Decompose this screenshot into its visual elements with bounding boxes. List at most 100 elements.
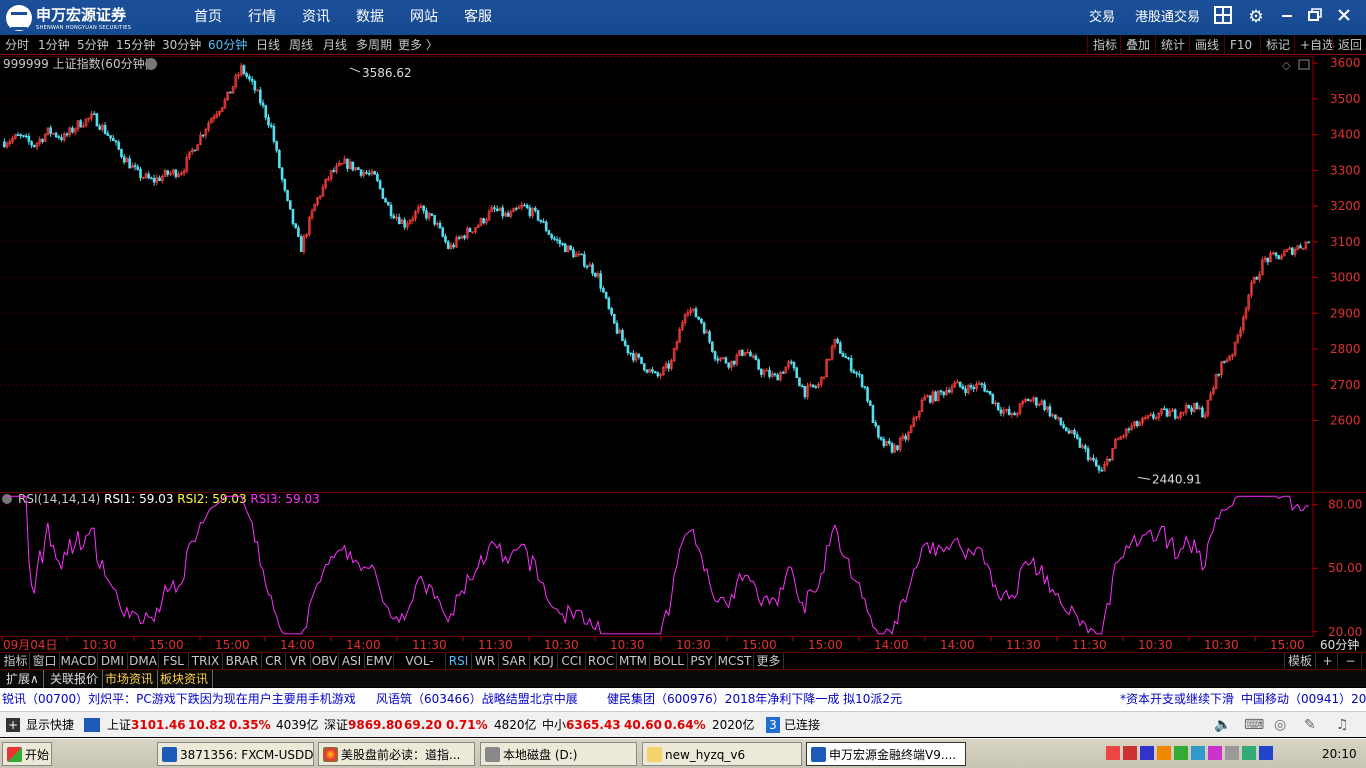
indicator-tab[interactable]: 窗口 bbox=[30, 653, 60, 670]
remove-indicator-button[interactable]: − bbox=[1340, 653, 1362, 670]
ticker-item[interactable]: 风语筑（603466）战略结盟北京中展 bbox=[376, 688, 578, 711]
task-browser[interactable]: 美股盘前必读：道指... bbox=[318, 742, 475, 766]
candle-body bbox=[495, 208, 499, 211]
candle-body bbox=[651, 369, 654, 372]
hk-trade-link[interactable]: 港股通交易 bbox=[1135, 0, 1200, 35]
period-tab[interactable]: 15分钟 bbox=[116, 35, 155, 55]
indicator-tab[interactable]: VR bbox=[286, 653, 311, 670]
tray-icon[interactable] bbox=[1191, 746, 1205, 760]
indicator-tab[interactable]: BOLL bbox=[650, 653, 688, 670]
period-tab[interactable]: 多周期 bbox=[356, 35, 392, 55]
plus-icon[interactable]: + bbox=[6, 718, 20, 732]
indicator-tab[interactable]: MTM bbox=[617, 653, 650, 670]
indicator-tab[interactable]: OBV bbox=[311, 653, 339, 670]
candle-body bbox=[54, 132, 58, 138]
settings-gear-icon[interactable]: ⚙ bbox=[1245, 6, 1267, 28]
indicator-tab[interactable]: BRAR bbox=[223, 653, 262, 670]
period-tab[interactable]: 分时 bbox=[5, 35, 29, 55]
template-button[interactable]: 模板 bbox=[1284, 653, 1316, 670]
indicator-tab[interactable]: TRIX bbox=[189, 653, 223, 670]
ticker-item[interactable]: 中国移动（00941）2019 bbox=[1241, 688, 1366, 711]
tray-icon[interactable] bbox=[1208, 746, 1222, 760]
nav-quotes[interactable]: 行情 bbox=[248, 0, 276, 35]
indicator-tab[interactable]: PSY bbox=[688, 653, 716, 670]
period-tab[interactable]: 1分钟 bbox=[38, 35, 70, 55]
period-tab[interactable]: 日线 bbox=[256, 35, 280, 55]
extension-tab[interactable]: 市场资讯 bbox=[101, 670, 159, 688]
tools-icon[interactable]: ✎ bbox=[1304, 712, 1316, 738]
bell-icon[interactable]: ♫ bbox=[1336, 712, 1349, 738]
bluetooth-icon[interactable] bbox=[1259, 746, 1273, 760]
indicator-tab[interactable]: VOL-TDX bbox=[394, 653, 446, 685]
indicator-tab[interactable]: ASI bbox=[339, 653, 365, 670]
tray-icon[interactable] bbox=[1123, 746, 1137, 760]
period-tab[interactable]: 更多 〉 bbox=[398, 35, 438, 55]
indicator-tab[interactable]: SAR bbox=[499, 653, 530, 670]
tray-icon[interactable] bbox=[1140, 746, 1154, 760]
tool-button[interactable]: +自选 bbox=[1294, 35, 1334, 55]
period-tab[interactable]: 30分钟 bbox=[162, 35, 201, 55]
indicator-tab[interactable]: EMV bbox=[365, 653, 394, 670]
period-tab[interactable]: 月线 bbox=[323, 35, 347, 55]
period-tab[interactable]: 5分钟 bbox=[77, 35, 109, 55]
tool-button[interactable]: F10 bbox=[1224, 35, 1252, 55]
tray-icon[interactable] bbox=[1174, 746, 1188, 760]
search-icon[interactable]: ◎ bbox=[1274, 712, 1286, 738]
keyboard-icon[interactable]: ⌨ bbox=[1244, 712, 1264, 738]
trade-link[interactable]: 交易 bbox=[1089, 0, 1115, 35]
tray-icon[interactable] bbox=[1225, 746, 1239, 760]
indicator-tab[interactable]: WR bbox=[472, 653, 499, 670]
restore-icon[interactable] bbox=[1304, 6, 1326, 28]
indicator-tab[interactable]: KDJ bbox=[530, 653, 558, 670]
tray-icon[interactable] bbox=[1242, 746, 1256, 760]
indicator-tab[interactable]: 指标 bbox=[2, 653, 30, 670]
period-tab[interactable]: 周线 bbox=[289, 35, 313, 55]
grid-icon[interactable] bbox=[1212, 6, 1234, 28]
indicator-tab[interactable]: MCST bbox=[716, 653, 754, 670]
indicator-tab[interactable]: CR bbox=[262, 653, 286, 670]
tray-icon[interactable] bbox=[1106, 746, 1120, 760]
tool-button[interactable]: 叠加 bbox=[1120, 35, 1150, 55]
speaker-icon[interactable]: 🔈 bbox=[1214, 712, 1231, 738]
shortcut-toggle[interactable]: 显示快捷 bbox=[26, 712, 74, 738]
indicator-tab[interactable]: MACD bbox=[60, 653, 98, 670]
indicator-tab[interactable]: 更多 bbox=[754, 653, 784, 670]
rsi-chart[interactable]: 80.00 50.00 20.00 RSI(14,14,14) RSI1: 59.03… bbox=[0, 492, 1366, 636]
extension-tab[interactable]: 扩展∧ bbox=[2, 670, 44, 688]
ticker-item[interactable]: 健民集团（600976）2018年净利下降一成 拟10派2元 bbox=[607, 688, 902, 711]
candle-body bbox=[150, 177, 153, 180]
nav-website[interactable]: 网站 bbox=[410, 0, 438, 35]
extension-tab[interactable]: 板块资讯 bbox=[156, 670, 214, 688]
indicator-tab[interactable]: RSI bbox=[446, 653, 472, 670]
nav-data[interactable]: 数据 bbox=[356, 0, 384, 35]
indicator-tab[interactable]: FSL bbox=[159, 653, 189, 670]
nav-service[interactable]: 客服 bbox=[464, 0, 492, 35]
ticker-item[interactable]: 锐讯（00700）刘炽平：PC游戏下跌因为现在用户主要用手机游戏 bbox=[2, 688, 356, 711]
candle-body bbox=[103, 125, 107, 134]
add-indicator-button[interactable]: + bbox=[1318, 653, 1338, 670]
close-icon[interactable] bbox=[1333, 6, 1355, 28]
tool-button[interactable]: 画线 bbox=[1189, 35, 1219, 55]
indicator-tab[interactable]: DMI bbox=[98, 653, 128, 670]
task-fxcm[interactable]: 3871356: FXCM-USDDe... bbox=[157, 742, 314, 766]
extension-tab[interactable]: 关联报价 bbox=[46, 670, 104, 688]
period-tab[interactable]: 60分钟 bbox=[208, 35, 247, 55]
tool-button[interactable]: 统计 bbox=[1155, 35, 1185, 55]
nav-home[interactable]: 首页 bbox=[194, 0, 222, 35]
news-ticker[interactable]: 锐讯（00700）刘炽平：PC游戏下跌因为现在用户主要用手机游戏 风语筑（603… bbox=[0, 688, 1366, 711]
tool-button[interactable]: 指标 bbox=[1087, 35, 1117, 55]
task-disk[interactable]: 本地磁盘 (D:) bbox=[480, 742, 637, 766]
indicator-tab[interactable]: DMA bbox=[128, 653, 159, 670]
nav-news[interactable]: 资讯 bbox=[302, 0, 330, 35]
task-folder[interactable]: new_hyzq_v6 bbox=[642, 742, 802, 766]
tray-icon[interactable] bbox=[1157, 746, 1171, 760]
tool-button[interactable]: 返回 bbox=[1332, 35, 1362, 55]
start-button[interactable]: 开始 bbox=[2, 742, 52, 766]
indicator-tab[interactable]: CCI bbox=[558, 653, 586, 670]
ticker-item[interactable]: *资本开支或继续下滑 bbox=[1120, 688, 1234, 711]
minimize-icon[interactable] bbox=[1276, 6, 1298, 28]
indicator-tab[interactable]: ROC bbox=[586, 653, 617, 670]
task-terminal[interactable]: 申万宏源金融终端V9.... bbox=[806, 742, 966, 766]
tool-button[interactable]: 标记 bbox=[1260, 35, 1290, 55]
price-chart[interactable]: 3600 3500 3400 3300 3200 3100 3000 2900 2800 2700… bbox=[0, 56, 1366, 492]
